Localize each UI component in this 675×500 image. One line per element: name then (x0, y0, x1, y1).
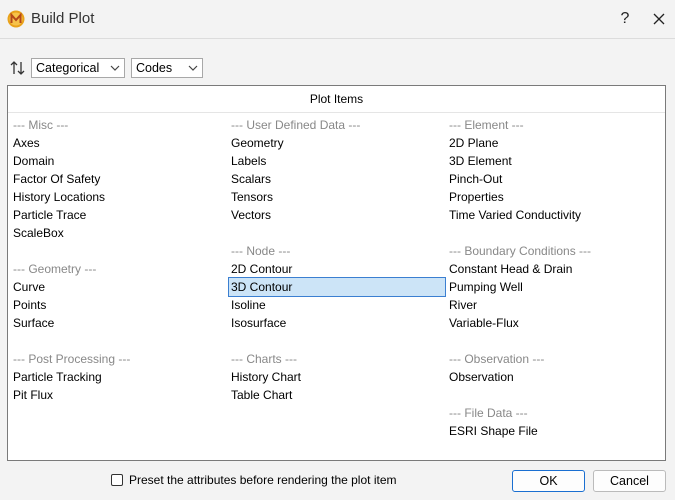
plot-item[interactable]: River (449, 296, 477, 314)
plot-item[interactable]: ScaleBox (13, 224, 64, 242)
preset-attributes-label: Preset the attributes before rendering t… (129, 473, 397, 487)
plot-item[interactable]: Scalars (231, 170, 271, 188)
category-header: --- Element --- (449, 118, 524, 132)
plot-item[interactable]: Curve (13, 278, 45, 296)
plot-item[interactable]: Factor Of Safety (13, 170, 100, 188)
cancel-button[interactable]: Cancel (593, 470, 666, 492)
plot-item[interactable]: Pinch-Out (449, 170, 502, 188)
plot-item[interactable]: 3D Element (449, 152, 512, 170)
display-select[interactable]: Codes (131, 58, 203, 78)
plot-item[interactable]: Surface (13, 314, 54, 332)
plot-item[interactable]: Isosurface (231, 314, 286, 332)
display-value: Codes (136, 61, 173, 75)
plot-item[interactable]: 2D Plane (449, 134, 498, 152)
group-by-value: Categorical (36, 61, 100, 75)
category-header: --- Boundary Conditions --- (449, 244, 592, 258)
plot-items-header: Plot Items (8, 86, 665, 113)
plot-item[interactable]: ESRI Shape File (449, 422, 538, 440)
group-by-select[interactable]: Categorical (31, 58, 125, 78)
plot-item[interactable]: Isoline (231, 296, 266, 314)
plot-item[interactable]: History Chart (231, 368, 301, 386)
ok-button[interactable]: OK (512, 470, 585, 492)
title-bar: Build Plot ? (0, 0, 675, 38)
plot-item[interactable]: Pit Flux (13, 386, 53, 404)
plot-items-panel: Plot Items --- Misc --- Axes Domain Factor … (7, 85, 666, 461)
plot-item[interactable]: Constant Head & Drain (449, 260, 572, 278)
sort-up-down-icon[interactable] (9, 60, 27, 76)
plot-item[interactable]: Time Varied Conductivity (449, 206, 581, 224)
category-header: --- Observation --- (449, 352, 545, 366)
plot-item[interactable]: 2D Contour (231, 260, 292, 278)
plot-item[interactable]: Labels (231, 152, 266, 170)
title-separator (0, 38, 675, 39)
plot-item[interactable]: History Locations (13, 188, 105, 206)
help-button[interactable]: ? (612, 8, 638, 30)
plot-item[interactable]: Table Chart (231, 386, 292, 404)
app-logo-icon (7, 10, 25, 28)
plot-item[interactable]: Geometry (231, 134, 284, 152)
plot-item[interactable]: Particle Trace (13, 206, 86, 224)
plot-item[interactable]: 3D Contour (228, 277, 446, 297)
category-header: --- Misc --- (13, 118, 69, 132)
close-button[interactable] (646, 8, 672, 30)
preset-attributes-checkbox[interactable] (111, 474, 123, 486)
category-header: --- Node --- (231, 244, 291, 258)
plot-item[interactable]: Observation (449, 368, 514, 386)
plot-item[interactable]: Particle Tracking (13, 368, 102, 386)
plot-item[interactable]: Axes (13, 134, 40, 152)
window-title: Build Plot (31, 10, 95, 27)
plot-item[interactable]: Variable-Flux (449, 314, 519, 332)
category-header: --- Geometry --- (13, 262, 97, 276)
chevron-down-icon (110, 65, 120, 71)
chevron-down-icon (188, 65, 198, 71)
category-header: --- Charts --- (231, 352, 297, 366)
plot-item[interactable]: Points (13, 296, 46, 314)
category-header: --- User Defined Data --- (231, 118, 361, 132)
close-icon (653, 13, 665, 25)
plot-item[interactable]: Properties (449, 188, 504, 206)
plot-item[interactable]: Vectors (231, 206, 271, 224)
plot-item[interactable]: Domain (13, 152, 54, 170)
plot-item[interactable]: Pumping Well (449, 278, 523, 296)
plot-item[interactable]: Tensors (231, 188, 273, 206)
category-header: --- Post Processing --- (13, 352, 131, 366)
category-header: --- File Data --- (449, 406, 528, 420)
